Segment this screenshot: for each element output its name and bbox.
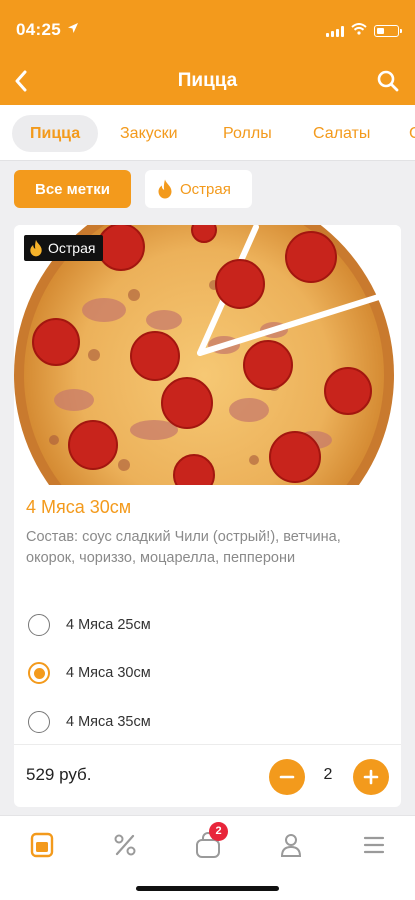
percent-icon — [114, 834, 136, 856]
nav-more[interactable] — [354, 828, 394, 862]
size-option-35[interactable]: 4 Мяса 35см — [14, 702, 401, 742]
radio-button[interactable] — [28, 614, 50, 636]
increase-quantity-button[interactable] — [353, 759, 389, 795]
tab-pizza[interactable]: Пицца — [12, 115, 99, 152]
search-icon — [377, 70, 399, 92]
tab-rolls[interactable]: Роллы — [223, 115, 272, 152]
category-tabs: Пицца Закуски Роллы Салаты С — [0, 105, 415, 161]
size-option-25[interactable]: 4 Мяса 25см — [14, 605, 401, 645]
tab-partial[interactable]: С — [409, 115, 415, 152]
spicy-badge-label: Острая — [48, 240, 96, 256]
location-arrow-icon — [67, 21, 79, 39]
product-card: Острая 4 Мяса 30см Состав: соус сладкий … — [14, 225, 401, 807]
product-price: 529 руб. — [26, 765, 92, 784]
menu-book-icon — [30, 832, 54, 858]
spicy-badge: Острая — [24, 235, 104, 261]
signal-icon — [326, 25, 344, 37]
pizza-image[interactable] — [14, 225, 401, 485]
plus-icon — [363, 769, 379, 785]
wifi-icon — [351, 22, 367, 40]
product-name: 4 Мяса 30см — [26, 497, 132, 517]
battery-icon — [374, 25, 402, 37]
spicy-tag-button[interactable]: Острая — [145, 170, 252, 208]
nav-promotions[interactable] — [105, 828, 145, 862]
radio-button[interactable] — [28, 711, 50, 733]
flame-icon — [30, 239, 42, 257]
nav-cart[interactable]: 2 — [188, 822, 228, 862]
home-indicator — [136, 886, 279, 891]
app-header: 04:25 Пицца — [0, 0, 415, 105]
search-button[interactable] — [373, 66, 403, 96]
minus-icon — [279, 775, 295, 779]
size-option-label: 4 Мяса 35см — [66, 714, 151, 730]
spicy-tag-label: Острая — [180, 180, 231, 198]
nav-profile[interactable] — [271, 828, 311, 862]
all-tags-button[interactable]: Все метки — [14, 170, 131, 208]
size-option-label: 4 Мяса 30см — [66, 665, 151, 681]
tag-filters: Все метки Острая — [0, 162, 415, 218]
quantity-value: 2 — [323, 766, 333, 783]
card-footer: 529 руб. 2 — [14, 744, 401, 807]
nav-menu[interactable] — [22, 828, 62, 862]
decrease-quantity-button[interactable] — [269, 759, 305, 795]
status-time: 04:25 — [16, 20, 61, 39]
user-icon — [280, 834, 302, 857]
size-option-30[interactable]: 4 Мяса 30см — [14, 653, 401, 693]
page-title: Пицца — [177, 70, 238, 91]
hamburger-menu-icon — [363, 836, 385, 854]
product-description: Состав: соус сладкий Чили (острый!), вет… — [26, 529, 341, 566]
size-option-label: 4 Мяса 25см — [66, 617, 151, 633]
flame-icon — [158, 179, 172, 199]
tab-snacks[interactable]: Закуски — [120, 115, 178, 152]
bottom-nav: 2 — [0, 815, 415, 900]
status-icons — [326, 22, 402, 40]
status-bar: 04:25 — [0, 0, 415, 50]
tab-salads[interactable]: Салаты — [313, 115, 370, 152]
cart-count-badge: 2 — [209, 822, 228, 841]
radio-button-selected[interactable] — [28, 662, 50, 684]
